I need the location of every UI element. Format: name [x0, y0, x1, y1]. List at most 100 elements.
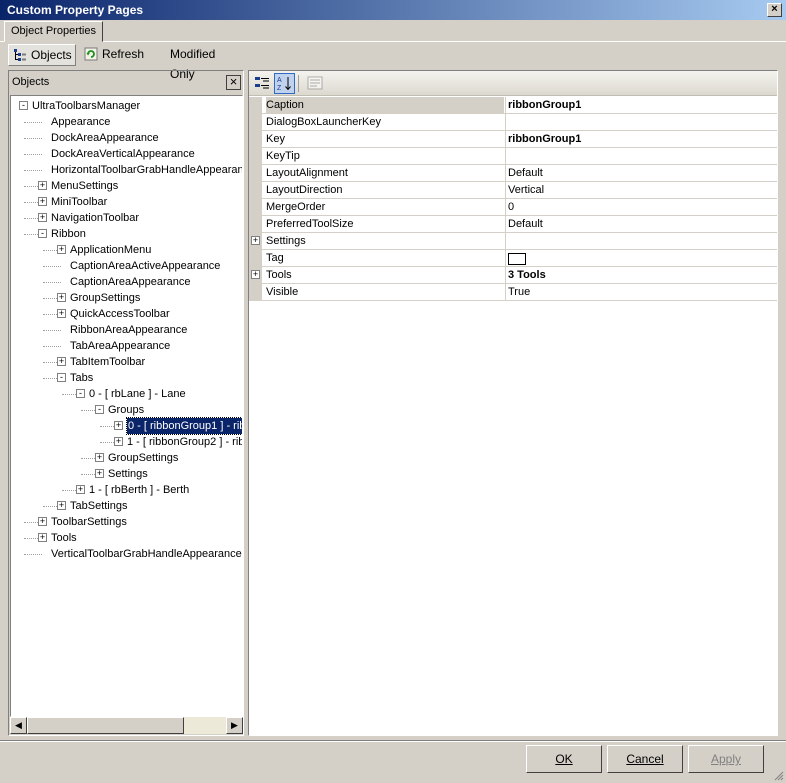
property-row[interactable]: + Tools 3 Tools	[249, 267, 777, 284]
expand-icon[interactable]: +	[57, 309, 66, 318]
categorized-icon	[255, 77, 269, 89]
expand-icon[interactable]: +	[95, 469, 104, 478]
window-close-button[interactable]: ×	[767, 3, 782, 17]
property-value[interactable]: ribbonGroup1	[508, 97, 776, 113]
expand-icon[interactable]: +	[251, 236, 260, 245]
tree-node[interactable]: + GroupSettings	[11, 450, 242, 466]
property-row[interactable]: Visible True	[249, 284, 777, 301]
objects-button[interactable]: Objects	[8, 44, 76, 66]
expand-icon[interactable]: +	[38, 517, 47, 526]
tree-node[interactable]: - Ribbon	[11, 226, 242, 242]
property-row[interactable]: + Settings	[249, 233, 777, 250]
tree-node[interactable]: +1 - [ rbBerth ] - Berth	[11, 482, 242, 498]
property-row[interactable]: LayoutDirection Vertical	[249, 182, 777, 199]
collapse-icon[interactable]: -	[19, 101, 28, 110]
tree-node[interactable]: TabAreaAppearance	[11, 338, 242, 354]
property-row[interactable]: DialogBoxLauncherKey	[249, 114, 777, 131]
tree-node[interactable]: + NavigationToolbar	[11, 210, 242, 226]
tree-node[interactable]: DockAreaVerticalAppearance	[11, 146, 242, 162]
categorized-view-button[interactable]	[252, 73, 273, 94]
tree-node[interactable]: + TabSettings	[11, 498, 242, 514]
tree-node[interactable]: +1 - [ ribbonGroup2 ] - rib	[11, 434, 242, 450]
tree-node[interactable]: DockAreaAppearance	[11, 130, 242, 146]
tree-node[interactable]: - UltraToolbarsManager	[11, 98, 242, 114]
expand-icon[interactable]: +	[114, 437, 123, 446]
property-row[interactable]: Tag	[249, 250, 777, 267]
tree-node[interactable]: VerticalToolbarGrabHandleAppearance	[11, 546, 242, 562]
tree-node[interactable]: Appearance	[11, 114, 242, 130]
expand-icon[interactable]: +	[38, 181, 47, 190]
expand-icon[interactable]: +	[95, 453, 104, 462]
expand-icon[interactable]: +	[38, 533, 47, 542]
tab-label: Object Properties	[11, 25, 96, 37]
expand-icon[interactable]: +	[38, 213, 47, 222]
property-value[interactable]	[508, 148, 776, 164]
tree-node[interactable]: + Settings	[11, 466, 242, 482]
property-row[interactable]: KeyTip	[249, 148, 777, 165]
property-value[interactable]: Default	[508, 216, 776, 232]
property-name: LayoutAlignment	[266, 167, 348, 179]
expand-icon[interactable]: +	[57, 245, 66, 254]
tree-node[interactable]: HorizontalToolbarGrabHandleAppearance	[11, 162, 242, 178]
property-value[interactable]: True	[508, 284, 776, 300]
property-row[interactable]: Caption ribbonGroup1	[249, 97, 777, 114]
collapse-icon[interactable]: -	[38, 229, 47, 238]
resize-grip-icon[interactable]	[772, 769, 784, 781]
tree-node[interactable]: - Tabs	[11, 370, 242, 386]
property-row[interactable]: LayoutAlignment Default	[249, 165, 777, 182]
property-value[interactable]: ribbonGroup1	[508, 131, 776, 147]
collapse-icon[interactable]: -	[76, 389, 85, 398]
alphabetical-view-button[interactable]: A Z	[274, 73, 295, 94]
property-name: Visible	[266, 286, 299, 298]
scrollbar-thumb[interactable]	[27, 717, 184, 734]
objects-panel-close-button[interactable]: ×	[226, 75, 241, 90]
property-value[interactable]: 3 Tools	[508, 267, 776, 283]
tree-node[interactable]: + MenuSettings	[11, 178, 242, 194]
cancel-button[interactable]: Cancel	[607, 745, 683, 773]
expand-icon[interactable]: +	[57, 357, 66, 366]
ok-button[interactable]: OK	[526, 745, 602, 773]
tree-node[interactable]: + Tools	[11, 530, 242, 546]
expand-icon[interactable]: +	[76, 485, 85, 494]
apply-button[interactable]: Apply	[688, 745, 764, 773]
property-value[interactable]: Default	[508, 165, 776, 181]
expand-icon[interactable]: +	[114, 421, 123, 430]
property-pages-button[interactable]	[305, 73, 326, 94]
scroll-right-button[interactable]: ▶	[226, 717, 243, 734]
tree-node[interactable]: + QuickAccessToolbar	[11, 306, 242, 322]
expand-icon[interactable]: +	[251, 270, 260, 279]
objects-tree[interactable]: - UltraToolbarsManager Appearance DockAreaA…	[10, 95, 243, 717]
modified-only-button[interactable]: Modified Only	[166, 44, 246, 81]
expand-icon[interactable]: +	[57, 293, 66, 302]
property-row[interactable]: PreferredToolSize Default	[249, 216, 777, 233]
tree-node-label: Groups	[108, 404, 145, 416]
tree-node[interactable]: -0 - [ rbLane ] - Lane	[11, 386, 242, 402]
property-value[interactable]: Vertical	[508, 182, 776, 198]
window-titlebar: Custom Property Pages	[0, 0, 786, 20]
property-value[interactable]: 0	[508, 199, 776, 215]
refresh-button[interactable]: Refresh	[80, 44, 146, 66]
tree-node[interactable]: RibbonAreaAppearance	[11, 322, 242, 338]
tree-node[interactable]: - Groups	[11, 402, 242, 418]
tree-node[interactable]: + TabItemToolbar	[11, 354, 242, 370]
tree-horizontal-scrollbar[interactable]: ◀ ▶	[10, 717, 243, 734]
property-value[interactable]	[508, 114, 776, 130]
property-row[interactable]: Key ribbonGroup1	[249, 131, 777, 148]
property-row-gutter	[249, 148, 262, 164]
property-value[interactable]	[508, 250, 776, 266]
expand-icon[interactable]: +	[38, 197, 47, 206]
property-value[interactable]	[508, 233, 776, 249]
collapse-icon[interactable]: -	[57, 373, 66, 382]
scroll-left-button[interactable]: ◀	[10, 717, 27, 734]
expand-icon[interactable]: +	[57, 501, 66, 510]
tree-node[interactable]: +0 - [ ribbonGroup1 ] - rib	[11, 417, 242, 435]
tree-node[interactable]: + ToolbarSettings	[11, 514, 242, 530]
tree-node[interactable]: + ApplicationMenu	[11, 242, 242, 258]
tab-object-properties[interactable]: Object Properties	[4, 21, 103, 42]
tree-node[interactable]: CaptionAreaAppearance	[11, 274, 242, 290]
tree-node[interactable]: + MiniToolbar	[11, 194, 242, 210]
tree-node[interactable]: CaptionAreaActiveAppearance	[11, 258, 242, 274]
collapse-icon[interactable]: -	[95, 405, 104, 414]
tree-node[interactable]: + GroupSettings	[11, 290, 242, 306]
property-row[interactable]: MergeOrder 0	[249, 199, 777, 216]
